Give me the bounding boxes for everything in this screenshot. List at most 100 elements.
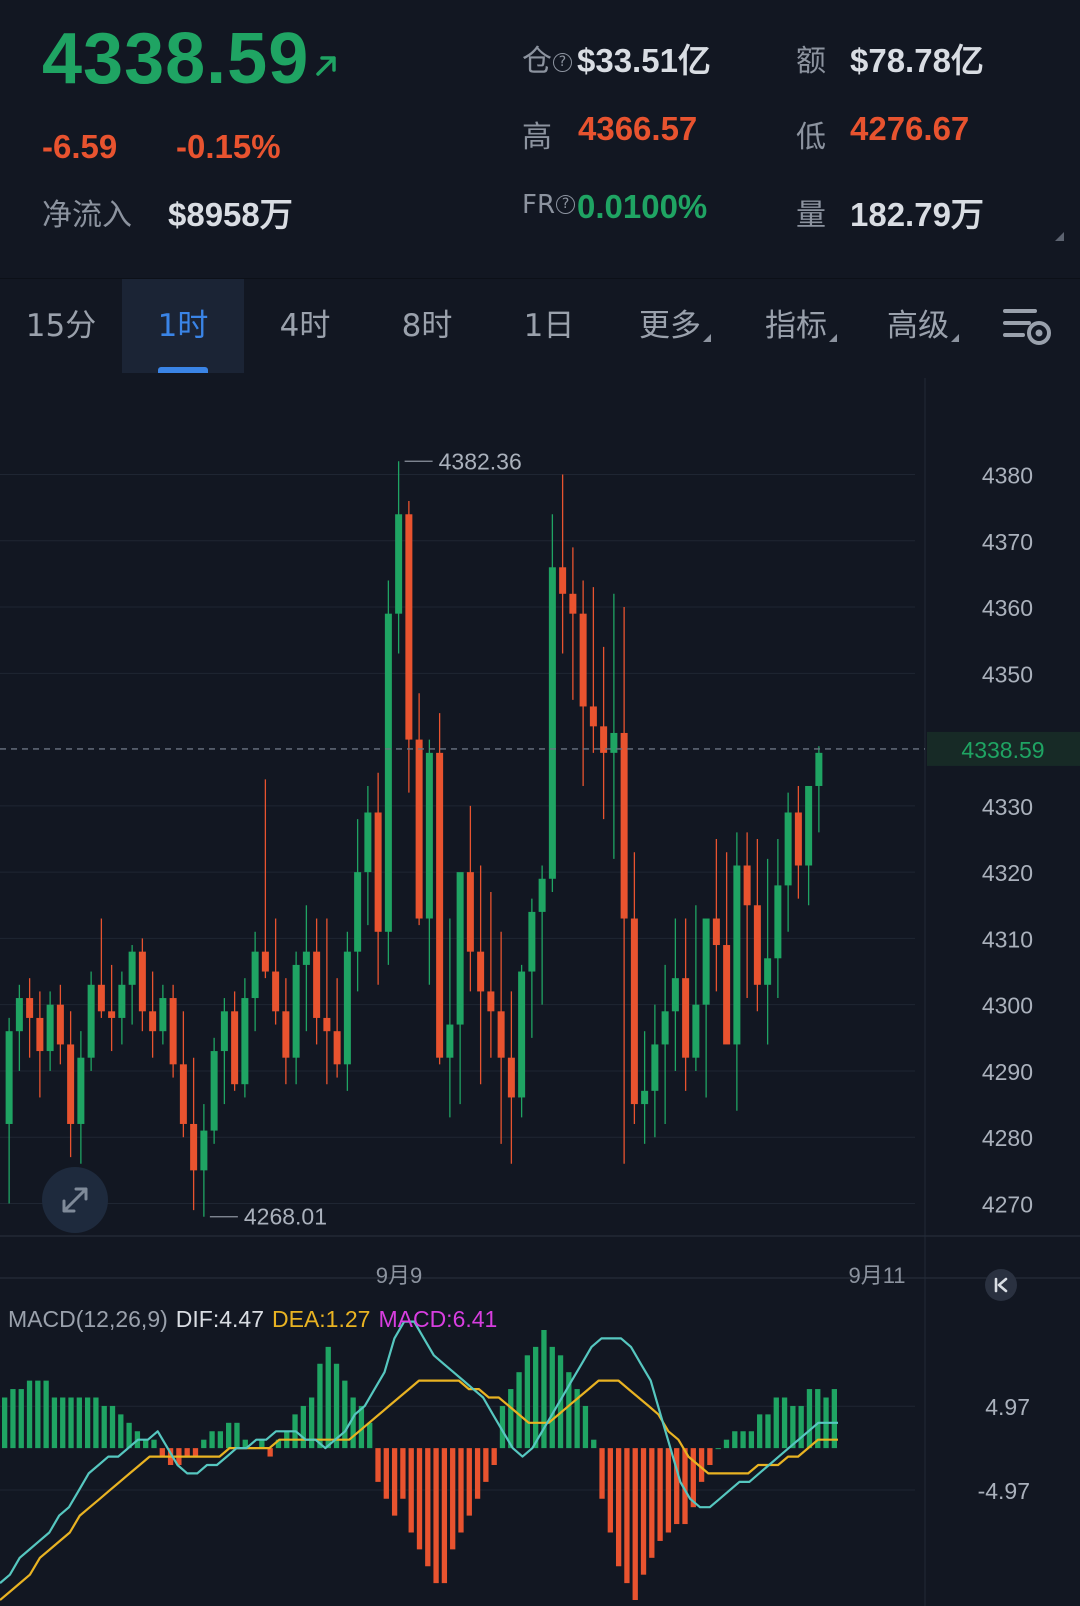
help-icon[interactable]: ? xyxy=(556,195,576,214)
macd-bar xyxy=(433,1448,439,1584)
candle-body xyxy=(5,1031,13,1124)
tab-indicators[interactable]: 指标 xyxy=(740,279,862,373)
candle-body xyxy=(610,732,618,753)
y-tick-label: 4280 xyxy=(982,1125,1033,1151)
candle-body xyxy=(343,951,351,1065)
candle-body xyxy=(231,1011,239,1085)
macd-bar xyxy=(665,1448,672,1533)
macd-bar xyxy=(649,1448,655,1558)
macd-bar xyxy=(615,1448,622,1567)
candle-body xyxy=(138,951,146,1012)
tab-8h[interactable]: 8时 xyxy=(366,279,488,373)
open-interest-label[interactable]: 仓? xyxy=(522,36,572,80)
funding-rate-label[interactable]: FR? xyxy=(522,190,576,220)
candle-body xyxy=(323,1017,331,1032)
chart-settings-icon[interactable] xyxy=(1003,301,1053,351)
macd-bar xyxy=(533,1346,539,1449)
last-price: 4338.59 xyxy=(42,19,310,99)
candle-body xyxy=(282,1011,290,1058)
macd-bar xyxy=(151,1439,157,1449)
macd-bar xyxy=(217,1431,224,1449)
macd-bar xyxy=(740,1431,746,1449)
macd-bar xyxy=(209,1431,215,1449)
candle-body xyxy=(56,1004,64,1045)
candle-body xyxy=(292,964,300,1058)
macd-bar xyxy=(690,1448,696,1508)
macd-bar xyxy=(765,1414,771,1449)
price-chart[interactable]: 4380 4370 4360 4350 4330 4320 4310 4300 4290 4280… xyxy=(0,378,1080,1606)
y-tick-label: -4.97 xyxy=(978,1478,1030,1504)
candle-body xyxy=(466,872,474,952)
candle-body xyxy=(108,1011,116,1018)
candle-body xyxy=(487,991,495,1012)
macd-bar xyxy=(640,1448,647,1575)
jump-to-latest-button[interactable] xyxy=(985,1269,1017,1301)
macd-bar xyxy=(109,1405,116,1449)
candle-body xyxy=(456,872,464,1025)
macd-bar xyxy=(159,1448,165,1457)
turnover-value: $78.78亿 xyxy=(850,42,984,79)
macd-bar xyxy=(51,1397,58,1449)
candle-body xyxy=(272,971,280,1012)
candle-body xyxy=(313,951,321,1018)
macd-bar xyxy=(441,1448,448,1584)
dropdown-icon xyxy=(703,334,711,342)
candle-body xyxy=(46,1004,54,1052)
candle-body xyxy=(384,613,392,932)
macd-bar xyxy=(68,1397,74,1449)
expand-icon xyxy=(62,1187,88,1213)
candle-body xyxy=(518,971,526,1098)
candle-body xyxy=(723,945,731,1045)
y-tick-label: 4370 xyxy=(982,529,1033,555)
macd-bar xyxy=(192,1448,199,1457)
macd-bar xyxy=(383,1448,389,1499)
candle-body xyxy=(446,1024,454,1058)
candle-body xyxy=(251,951,259,999)
fullscreen-button[interactable] xyxy=(42,1167,108,1233)
tab-more[interactable]: 更多 xyxy=(610,279,740,373)
min-price-label: 4268.01 xyxy=(244,1204,327,1230)
macd-bar xyxy=(2,1397,8,1449)
macd-bar xyxy=(425,1448,431,1567)
arrow-up-right-icon xyxy=(316,56,336,76)
candle-body xyxy=(26,998,34,1018)
macd-bar xyxy=(466,1448,472,1516)
price-change: -6.59 xyxy=(42,128,118,165)
tab-advanced[interactable]: 高级 xyxy=(862,279,984,373)
candle-body xyxy=(507,1057,515,1098)
tab-1h[interactable]: 1时 xyxy=(122,279,244,373)
open-interest-value: $33.51亿 xyxy=(577,42,711,79)
expand-corner-icon[interactable] xyxy=(1055,232,1064,241)
macd-bar xyxy=(201,1439,207,1449)
candle-body xyxy=(220,1011,228,1052)
macd-axis: 4.97 -4.97 xyxy=(978,1394,1030,1504)
high-value: 4366.57 xyxy=(578,110,698,147)
macd-bar xyxy=(342,1380,348,1449)
tab-4h[interactable]: 4时 xyxy=(244,279,366,373)
timeframe-tabs: 15分 1时 4时 8时 1日 更多 指标 高级 xyxy=(0,278,1080,373)
candle-body xyxy=(425,752,433,919)
candle-body xyxy=(333,1031,341,1065)
candle-body xyxy=(190,1123,198,1171)
macd-bar xyxy=(101,1405,107,1449)
candle-body xyxy=(794,812,802,866)
candle-body xyxy=(805,785,813,866)
y-tick-label: 4360 xyxy=(982,595,1033,621)
candle-body xyxy=(682,978,690,1058)
y-tick-label: 4300 xyxy=(982,993,1033,1019)
y-tick-label: 4350 xyxy=(982,661,1033,687)
candle-body xyxy=(364,812,372,873)
candle-body xyxy=(128,951,136,985)
tab-1d[interactable]: 1日 xyxy=(488,279,610,373)
macd-bar xyxy=(723,1439,730,1449)
macd-bar xyxy=(483,1448,489,1482)
macd-bar xyxy=(474,1448,481,1499)
candle-body xyxy=(36,1017,44,1052)
macd-series xyxy=(0,1320,838,1601)
tab-15m[interactable]: 15分 xyxy=(0,279,122,373)
help-icon[interactable]: ? xyxy=(553,53,572,72)
macd-bar xyxy=(26,1380,33,1449)
jump-to-latest-icon xyxy=(994,1277,1008,1293)
candle-body xyxy=(733,865,741,1045)
candle-body xyxy=(87,984,95,1058)
